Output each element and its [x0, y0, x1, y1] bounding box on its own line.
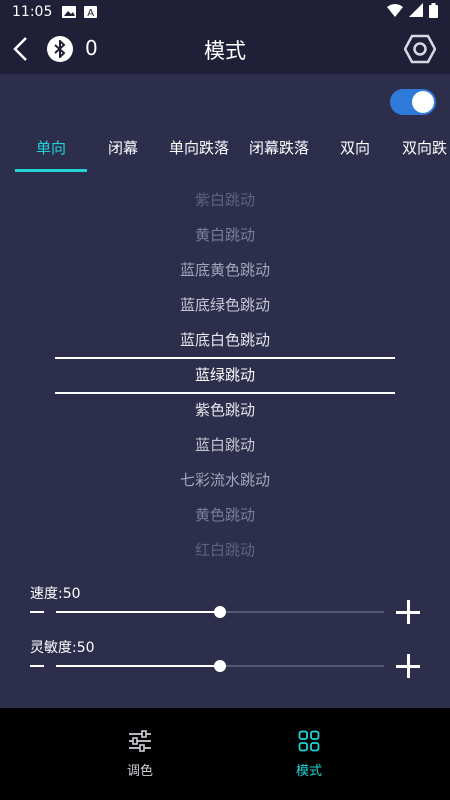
- picker-item[interactable]: 蓝底黄色跳动: [0, 253, 450, 288]
- sensitivity-decrease-button[interactable]: [30, 665, 44, 667]
- tab-twoway[interactable]: 双向: [319, 132, 391, 172]
- hex-settings-icon: [403, 34, 437, 64]
- speed-increase-button[interactable]: [396, 600, 420, 624]
- picker-item[interactable]: 紫色跳动: [0, 393, 450, 428]
- tab-twoway-fall[interactable]: 双向跌: [402, 132, 450, 172]
- power-toggle[interactable]: [390, 89, 436, 115]
- speed-slider[interactable]: [56, 606, 384, 618]
- picker-item[interactable]: 紫白跳动: [0, 183, 450, 218]
- picker-item[interactable]: 黄白跳动: [0, 218, 450, 253]
- sensitivity-slider-thumb[interactable]: [214, 660, 226, 672]
- grid-icon: [298, 730, 320, 752]
- sensitivity-slider-fill: [56, 665, 220, 667]
- nav-color-label: 调色: [126, 764, 153, 779]
- bottom-nav: 调色 模式: [0, 708, 450, 800]
- nav-mode-label: 模式: [295, 764, 322, 779]
- status-time: 11:05: [12, 4, 53, 20]
- sensitivity-label: 灵敏度:50: [30, 640, 95, 656]
- signal-icon: [409, 3, 423, 21]
- nav-mode[interactable]: 模式: [269, 730, 349, 779]
- sensitivity-slider[interactable]: [56, 660, 384, 672]
- tab-oneway-fall[interactable]: 单向跌落: [163, 132, 235, 172]
- tab-curtain-fall[interactable]: 闭幕跌落: [243, 132, 315, 172]
- mode-tabs: 单向 闭幕 单向跌落 闭幕跌落 双向 双向跌: [0, 132, 450, 172]
- settings-button[interactable]: [403, 34, 437, 64]
- picker-item[interactable]: 七彩流水跳动: [0, 463, 450, 498]
- toggle-knob: [412, 91, 434, 113]
- nav-color[interactable]: 调色: [100, 730, 180, 779]
- tab-underline: [15, 169, 87, 172]
- app-header: 0 模式: [0, 24, 450, 74]
- picker-item[interactable]: 黄色跳动: [0, 498, 450, 533]
- picker-item[interactable]: 蓝底白色跳动: [0, 323, 450, 358]
- tab-oneway[interactable]: 单向: [15, 132, 87, 172]
- battery-icon: [429, 2, 438, 22]
- svg-text:A: A: [88, 8, 95, 18]
- tab-curtain[interactable]: 闭幕: [87, 132, 159, 172]
- speed-slider-thumb[interactable]: [214, 606, 226, 618]
- sensitivity-increase-button[interactable]: [396, 654, 420, 678]
- picker-item[interactable]: 红白跳动: [0, 533, 450, 568]
- picker-item-selected[interactable]: 蓝绿跳动: [0, 358, 450, 393]
- speed-slider-fill: [56, 611, 220, 613]
- wifi-icon: [387, 3, 403, 21]
- status-bar: 11:05 A: [0, 0, 450, 24]
- picker-item[interactable]: 蓝底绿色跳动: [0, 288, 450, 323]
- page-title: 模式: [204, 39, 246, 63]
- speed-label: 速度:50: [30, 586, 81, 602]
- speed-decrease-button[interactable]: [30, 611, 44, 613]
- picker-item[interactable]: 蓝白跳动: [0, 428, 450, 463]
- font-icon: A: [84, 6, 98, 19]
- gallery-icon: [62, 6, 77, 18]
- mode-picker[interactable]: 紫白跳动 黄白跳动 蓝底黄色跳动 蓝底绿色跳动 蓝底白色跳动 蓝绿跳动 紫色跳动…: [0, 183, 450, 568]
- sliders-icon: [129, 730, 151, 752]
